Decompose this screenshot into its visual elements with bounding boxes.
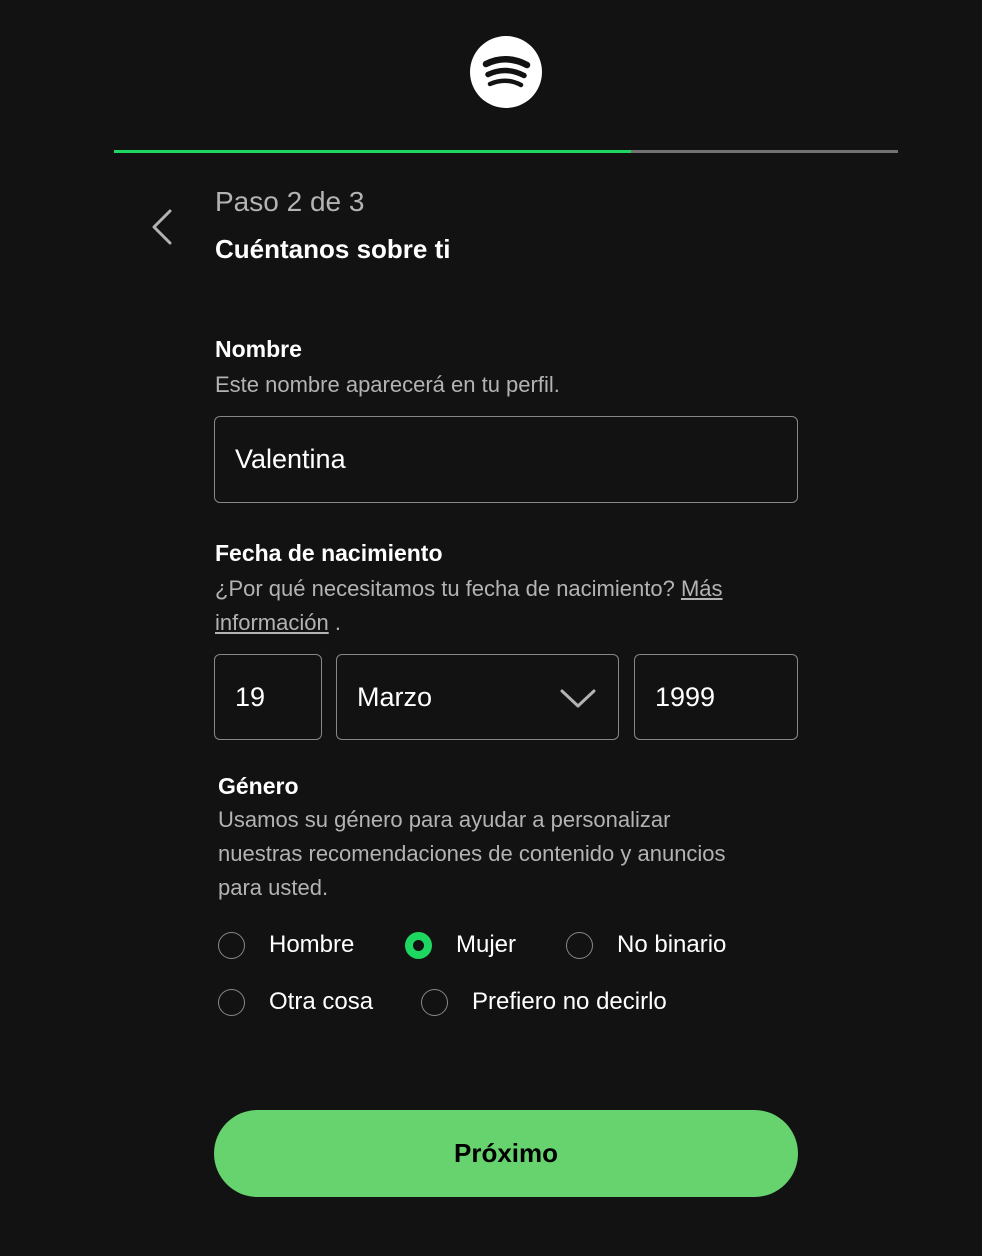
birthdate-help-text: ¿Por qué necesitamos tu fecha de nacimie… [215, 576, 723, 635]
gender-option-no-binario[interactable]: No binario [566, 931, 726, 959]
gender-help-text: Usamos su género para ayudar a personali… [218, 807, 726, 900]
radio-button[interactable] [218, 988, 245, 1016]
gender-label: Género [218, 773, 299, 799]
step-indicator: Paso 2 de 3 [215, 186, 365, 217]
radio-button[interactable] [421, 988, 448, 1016]
gender-option-mujer[interactable]: Mujer [405, 931, 516, 959]
chevron-down-icon [560, 689, 596, 708]
spotify-logo-icon [470, 36, 542, 108]
birthdate-help-question: ¿Por qué necesitamos tu fecha de nacimie… [215, 576, 675, 601]
next-button[interactable]: Próximo [214, 1110, 798, 1197]
radio-button[interactable] [566, 931, 593, 959]
gender-option-label: Mujer [456, 931, 517, 958]
gender-option-label: Hombre [269, 931, 355, 958]
birthdate-label: Fecha de nacimiento [215, 540, 443, 566]
page-title: Cuéntanos sobre ti [215, 234, 451, 264]
gender-option-prefiero-no-decirlo[interactable]: Prefiero no decirlo [421, 988, 667, 1016]
gender-option-label: Otra cosa [269, 988, 374, 1015]
gender-option-hombre[interactable]: Hombre [218, 931, 354, 959]
name-input[interactable] [214, 416, 798, 503]
progress-fill [114, 150, 632, 153]
progress-bar [114, 150, 898, 153]
year-input[interactable] [634, 654, 798, 740]
gender-option-otra-cosa[interactable]: Otra cosa [218, 988, 373, 1016]
back-button[interactable] [140, 202, 184, 252]
chevron-left-icon [152, 209, 172, 245]
radio-button-selected[interactable] [405, 931, 432, 959]
gender-option-label: Prefiero no decirlo [472, 988, 667, 1015]
day-input[interactable] [214, 654, 322, 740]
month-select[interactable]: Marzo [336, 654, 619, 740]
month-select-value: Marzo [357, 681, 433, 712]
gender-option-label: No binario [617, 931, 727, 958]
name-help-text: Este nombre aparecerá en tu perfil. [215, 372, 560, 397]
name-label: Nombre [215, 336, 302, 362]
radio-button[interactable] [218, 931, 245, 959]
